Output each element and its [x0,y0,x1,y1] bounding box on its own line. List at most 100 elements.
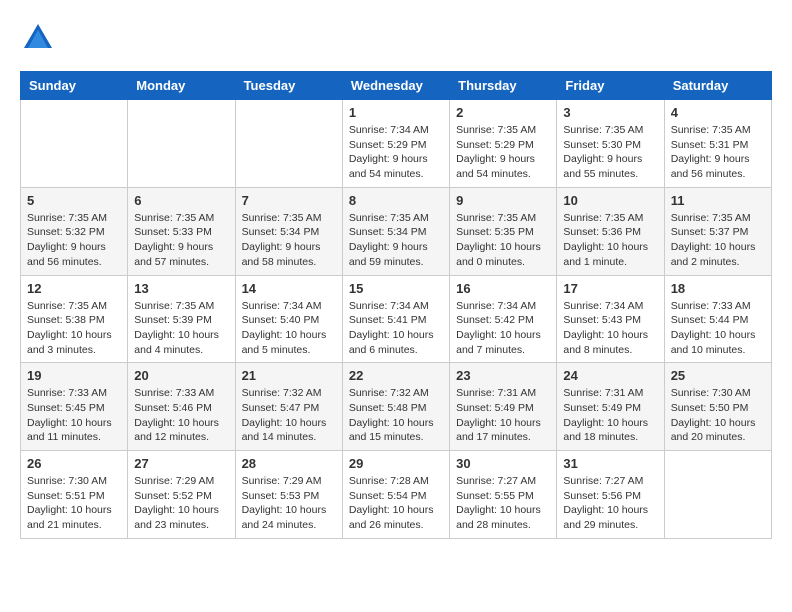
calendar-cell [21,100,128,188]
day-number: 12 [27,281,121,296]
day-number: 19 [27,368,121,383]
day-info: Sunrise: 7:32 AM Sunset: 5:48 PM Dayligh… [349,386,443,445]
day-info: Sunrise: 7:31 AM Sunset: 5:49 PM Dayligh… [456,386,550,445]
calendar-cell [235,100,342,188]
calendar-cell [664,451,771,539]
calendar-cell: 8 Sunrise: 7:35 AM Sunset: 5:34 PM Daylig… [342,187,449,275]
day-number: 21 [242,368,336,383]
day-info: Sunrise: 7:35 AM Sunset: 5:31 PM Dayligh… [671,123,765,182]
calendar-week-row: 19 Sunrise: 7:33 AM Sunset: 5:45 PM Dayli… [21,363,772,451]
col-wednesday: Wednesday [342,72,449,100]
calendar-cell: 22 Sunrise: 7:32 AM Sunset: 5:48 PM Dayli… [342,363,449,451]
day-number: 22 [349,368,443,383]
day-number: 29 [349,456,443,471]
day-number: 4 [671,105,765,120]
calendar-cell: 9 Sunrise: 7:35 AM Sunset: 5:35 PM Daylig… [450,187,557,275]
day-number: 28 [242,456,336,471]
calendar-cell: 14Sunrise: 7:34 AM Sunset: 5:40 PM Dayli… [235,275,342,363]
calendar-cell: 4 Sunrise: 7:35 AM Sunset: 5:31 PM Daylig… [664,100,771,188]
day-number: 26 [27,456,121,471]
logo [20,20,60,61]
day-info: Sunrise: 7:27 AM Sunset: 5:56 PM Dayligh… [563,474,657,533]
calendar-cell: 16 Sunrise: 7:34 AM Sunset: 5:42 PM Dayli… [450,275,557,363]
day-number: 25 [671,368,765,383]
col-monday: Monday [128,72,235,100]
day-number: 7 [242,193,336,208]
calendar-header-row: Sunday Monday Tuesday Wednesday Thursday… [21,72,772,100]
col-thursday: Thursday [450,72,557,100]
day-info: Sunrise: 7:35 AM Sunset: 5:37 PM Dayligh… [671,211,765,270]
col-friday: Friday [557,72,664,100]
day-info: Sunrise: 7:34 AM Sunset: 5:42 PM Dayligh… [456,299,550,358]
calendar-cell [128,100,235,188]
calendar-cell: 2 Sunrise: 7:35 AM Sunset: 5:29 PM Daylig… [450,100,557,188]
day-number: 8 [349,193,443,208]
day-info: Sunrise: 7:33 AM Sunset: 5:44 PM Dayligh… [671,299,765,358]
day-number: 16 [456,281,550,296]
calendar-cell: 6Sunrise: 7:35 AM Sunset: 5:33 PM Daylig… [128,187,235,275]
day-number: 18 [671,281,765,296]
calendar-cell: 12 Sunrise: 7:35 AM Sunset: 5:38 PM Dayli… [21,275,128,363]
day-info: Sunrise: 7:35 AM Sunset: 5:34 PM Dayligh… [349,211,443,270]
logo-icon [20,20,56,56]
day-number: 24 [563,368,657,383]
day-info: Sunrise: 7:28 AM Sunset: 5:54 PM Dayligh… [349,474,443,533]
calendar-cell: 30 Sunrise: 7:27 AM Sunset: 5:55 PM Dayli… [450,451,557,539]
calendar-cell: 24 Sunrise: 7:31 AM Sunset: 5:49 PM Dayli… [557,363,664,451]
day-info: Sunrise: 7:30 AM Sunset: 5:50 PM Dayligh… [671,386,765,445]
day-number: 10 [563,193,657,208]
day-number: 20 [134,368,228,383]
calendar-week-row: 26 Sunrise: 7:30 AM Sunset: 5:51 PM Dayli… [21,451,772,539]
day-number: 30 [456,456,550,471]
day-number: 1 [349,105,443,120]
day-info: Sunrise: 7:29 AM Sunset: 5:53 PM Dayligh… [242,474,336,533]
calendar-cell: 17 Sunrise: 7:34 AM Sunset: 5:43 PM Dayli… [557,275,664,363]
day-info: Sunrise: 7:34 AM Sunset: 5:43 PM Dayligh… [563,299,657,358]
calendar-cell: 3Sunrise: 7:35 AM Sunset: 5:30 PM Daylig… [557,100,664,188]
day-number: 3 [563,105,657,120]
calendar-cell: 26 Sunrise: 7:30 AM Sunset: 5:51 PM Dayli… [21,451,128,539]
calendar-cell: 31 Sunrise: 7:27 AM Sunset: 5:56 PM Dayli… [557,451,664,539]
day-info: Sunrise: 7:30 AM Sunset: 5:51 PM Dayligh… [27,474,121,533]
day-info: Sunrise: 7:35 AM Sunset: 5:35 PM Dayligh… [456,211,550,270]
day-number: 14 [242,281,336,296]
day-info: Sunrise: 7:35 AM Sunset: 5:34 PM Dayligh… [242,211,336,270]
day-info: Sunrise: 7:31 AM Sunset: 5:49 PM Dayligh… [563,386,657,445]
calendar-week-row: 1Sunrise: 7:34 AM Sunset: 5:29 PM Daylig… [21,100,772,188]
day-number: 11 [671,193,765,208]
calendar-cell: 27Sunrise: 7:29 AM Sunset: 5:52 PM Dayli… [128,451,235,539]
day-info: Sunrise: 7:33 AM Sunset: 5:46 PM Dayligh… [134,386,228,445]
day-number: 31 [563,456,657,471]
calendar-cell: 13Sunrise: 7:35 AM Sunset: 5:39 PM Dayli… [128,275,235,363]
calendar-cell: 21Sunrise: 7:32 AM Sunset: 5:47 PM Dayli… [235,363,342,451]
day-number: 23 [456,368,550,383]
day-number: 2 [456,105,550,120]
day-info: Sunrise: 7:34 AM Sunset: 5:41 PM Dayligh… [349,299,443,358]
day-number: 15 [349,281,443,296]
day-number: 5 [27,193,121,208]
day-info: Sunrise: 7:35 AM Sunset: 5:36 PM Dayligh… [563,211,657,270]
day-info: Sunrise: 7:33 AM Sunset: 5:45 PM Dayligh… [27,386,121,445]
calendar-cell: 19 Sunrise: 7:33 AM Sunset: 5:45 PM Dayli… [21,363,128,451]
calendar-week-row: 12 Sunrise: 7:35 AM Sunset: 5:38 PM Dayli… [21,275,772,363]
day-number: 13 [134,281,228,296]
calendar-cell: 1Sunrise: 7:34 AM Sunset: 5:29 PM Daylig… [342,100,449,188]
day-number: 9 [456,193,550,208]
day-info: Sunrise: 7:35 AM Sunset: 5:38 PM Dayligh… [27,299,121,358]
calendar-cell: 28 Sunrise: 7:29 AM Sunset: 5:53 PM Dayli… [235,451,342,539]
calendar-cell: 10 Sunrise: 7:35 AM Sunset: 5:36 PM Dayli… [557,187,664,275]
page-header [20,20,772,61]
col-tuesday: Tuesday [235,72,342,100]
day-info: Sunrise: 7:35 AM Sunset: 5:29 PM Dayligh… [456,123,550,182]
day-number: 27 [134,456,228,471]
day-info: Sunrise: 7:35 AM Sunset: 5:32 PM Dayligh… [27,211,121,270]
col-sunday: Sunday [21,72,128,100]
day-number: 17 [563,281,657,296]
calendar-cell: 5 Sunrise: 7:35 AM Sunset: 5:32 PM Daylig… [21,187,128,275]
calendar-cell: 25 Sunrise: 7:30 AM Sunset: 5:50 PM Dayli… [664,363,771,451]
calendar-cell: 11 Sunrise: 7:35 AM Sunset: 5:37 PM Dayli… [664,187,771,275]
calendar-cell: 23 Sunrise: 7:31 AM Sunset: 5:49 PM Dayli… [450,363,557,451]
calendar-cell: 29 Sunrise: 7:28 AM Sunset: 5:54 PM Dayli… [342,451,449,539]
day-info: Sunrise: 7:27 AM Sunset: 5:55 PM Dayligh… [456,474,550,533]
calendar-cell: 20 Sunrise: 7:33 AM Sunset: 5:46 PM Dayli… [128,363,235,451]
